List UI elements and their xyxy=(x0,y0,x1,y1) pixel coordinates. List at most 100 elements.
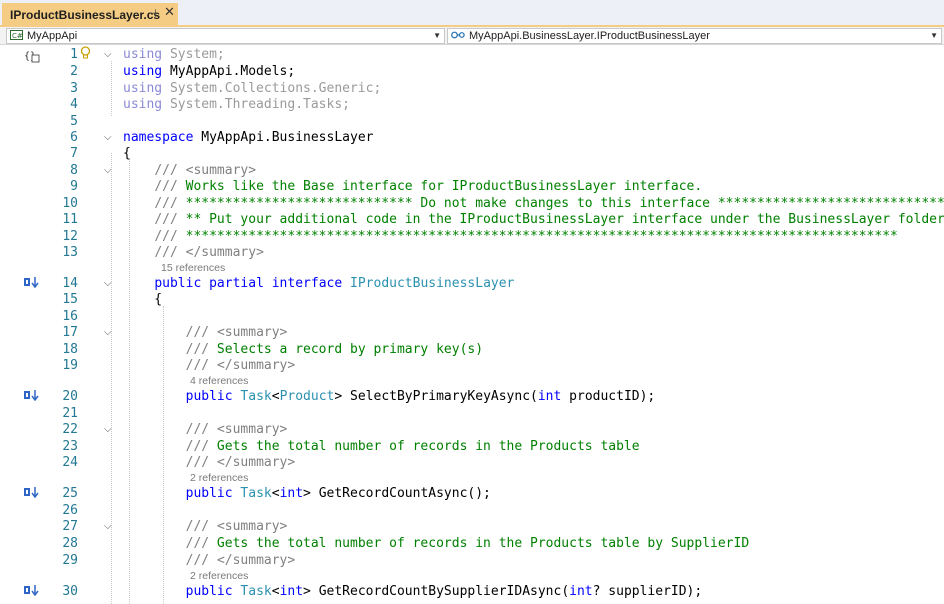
line-number: 23 xyxy=(62,439,78,454)
collapse-icon[interactable]: ⌵ xyxy=(104,162,112,179)
member-dropdown[interactable]: MyAppApi.BusinessLayer.IProductBusinessL… xyxy=(447,28,942,44)
line-number: 3 xyxy=(70,81,78,96)
code-line: 16 xyxy=(0,308,944,325)
collapse-icon[interactable]: ⌵ xyxy=(104,46,112,63)
code-text: using System; xyxy=(123,47,225,62)
code-line: 22 ⌵ /// <summary> xyxy=(0,421,944,438)
code-line: 6 ⌵ namespace MyAppApi.BusinessLayer xyxy=(0,129,944,146)
navigation-bar: C# MyAppApi ▼ MyAppApi.BusinessLayer.IPr… xyxy=(0,27,944,45)
code-text: public Task<Product> SelectByPrimaryKeyA… xyxy=(185,389,656,404)
line-number: 8 xyxy=(70,163,78,178)
code-line: 20 public Task<Product> SelectByPrimaryK… xyxy=(0,388,944,405)
chevron-down-icon: ▼ xyxy=(433,31,441,40)
code-line: 28 /// Gets the total number of records … xyxy=(0,535,944,552)
code-text: public partial interface IProductBusines… xyxy=(154,276,515,291)
code-text: public Task<int> GetRecordCountBySupplie… xyxy=(185,584,703,599)
code-text: /// ************************************… xyxy=(154,229,898,244)
code-line: 8 ⌵ /// <summary> xyxy=(0,162,944,179)
code-line: 26 xyxy=(0,502,944,519)
code-text: using System.Threading.Tasks; xyxy=(123,97,350,112)
code-line: 12 /// *********************************… xyxy=(0,228,944,245)
codelens-references[interactable]: 2 references xyxy=(190,570,248,582)
line-number: 15 xyxy=(62,292,78,307)
code-text: /// ** Put your additional code in the I… xyxy=(154,212,944,227)
line-number: 16 xyxy=(62,309,78,324)
project-dropdown[interactable]: C# MyAppApi ▼ xyxy=(6,28,445,44)
codelens-references[interactable]: 15 references xyxy=(161,262,225,274)
codelens-references[interactable]: 4 references xyxy=(190,375,248,387)
line-number: 12 xyxy=(62,229,78,244)
line-number: 2 xyxy=(70,64,78,79)
line-number: 20 xyxy=(62,389,78,404)
code-line: 10 /// ***************************** Do … xyxy=(0,195,944,212)
line-number: 25 xyxy=(62,486,78,501)
code-line: 7 { xyxy=(0,145,944,162)
code-text: /// </summary> xyxy=(185,455,296,470)
lightbulb-icon[interactable] xyxy=(80,46,91,63)
code-line: 2 using MyAppApi.Models; xyxy=(0,63,944,80)
collapse-icon[interactable]: ⌵ xyxy=(104,518,112,535)
close-icon[interactable]: ✕ xyxy=(164,5,175,20)
line-number: 26 xyxy=(62,503,78,518)
code-line: 30 public Task<int> GetRecordCountBySupp… xyxy=(0,583,944,600)
code-text: /// <summary> xyxy=(154,163,257,178)
pin-icon[interactable]: ⊣ xyxy=(147,7,157,20)
line-number: 17 xyxy=(62,325,78,340)
code-text: /// </summary> xyxy=(185,553,296,568)
line-number: 18 xyxy=(62,342,78,357)
line-number: 13 xyxy=(62,245,78,260)
code-text: /// ***************************** Do not… xyxy=(154,196,944,211)
code-text: /// Works like the Base interface for IP… xyxy=(154,179,703,194)
svg-text:C#: C# xyxy=(12,32,23,40)
line-number: 4 xyxy=(70,97,78,112)
line-number: 10 xyxy=(62,196,78,211)
code-text: /// Selects a record by primary key(s) xyxy=(185,342,484,357)
code-text: /// </summary> xyxy=(154,245,264,260)
line-number: 22 xyxy=(62,422,78,437)
code-text: /// <summary> xyxy=(185,422,288,437)
line-number: 9 xyxy=(70,179,78,194)
line-number: 7 xyxy=(70,146,78,161)
chevron-down-icon: ▼ xyxy=(930,31,938,40)
code-line: 19 /// </summary> xyxy=(0,357,944,374)
code-text: /// Gets the total number of records in … xyxy=(185,536,750,551)
code-line: 1 ⌵ using System; xyxy=(0,46,944,63)
tab-iproductbusinesslayer[interactable]: IProductBusinessLayer.cs ⊣ ✕ xyxy=(2,3,178,27)
code-text: /// <summary> xyxy=(185,519,288,534)
code-text: { xyxy=(123,146,131,161)
code-line: 3 using System.Collections.Generic; xyxy=(0,80,944,97)
interface-icon xyxy=(451,31,465,41)
code-line: 11 /// ** Put your additional code in th… xyxy=(0,211,944,228)
collapse-icon[interactable]: ⌵ xyxy=(104,129,112,146)
line-number: 29 xyxy=(62,553,78,568)
code-line: 17 ⌵ /// <summary> xyxy=(0,324,944,341)
collapse-icon[interactable]: ⌵ xyxy=(104,324,112,341)
collapse-icon[interactable]: ⌵ xyxy=(104,275,112,292)
code-line: 5 xyxy=(0,113,944,130)
code-line: 23 /// Gets the total number of records … xyxy=(0,438,944,455)
code-line: 13 /// </summary> xyxy=(0,244,944,261)
code-text: using MyAppApi.Models; xyxy=(123,64,296,79)
code-line: 27 ⌵ /// <summary> xyxy=(0,518,944,535)
collapse-icon[interactable]: ⌵ xyxy=(104,421,112,438)
code-line: 14 ⌵ public partial interface IProductBu… xyxy=(0,275,944,292)
code-line: 24 /// </summary> xyxy=(0,454,944,471)
code-line: 21 xyxy=(0,405,944,422)
code-text: /// </summary> xyxy=(185,358,296,373)
code-text: { xyxy=(123,292,163,307)
code-text: namespace MyAppApi.BusinessLayer xyxy=(123,130,374,145)
code-text: public Task<int> GetRecordCountAsync(); xyxy=(185,486,491,501)
tab-title: IProductBusinessLayer.cs xyxy=(10,8,161,22)
project-name: MyAppApi xyxy=(27,30,78,42)
code-text: using System.Collections.Generic; xyxy=(123,81,382,96)
codelens-references[interactable]: 2 references xyxy=(190,472,248,484)
line-number: 28 xyxy=(62,536,78,551)
line-number: 6 xyxy=(70,130,78,145)
line-number: 21 xyxy=(62,406,78,421)
line-number: 27 xyxy=(62,519,78,534)
member-name: MyAppApi.BusinessLayer.IProductBusinessL… xyxy=(469,30,710,42)
code-text: /// <summary> xyxy=(185,325,288,340)
code-line: 25 public Task<int> GetRecordCountAsync(… xyxy=(0,485,944,502)
document-tab-strip: IProductBusinessLayer.cs ⊣ ✕ xyxy=(0,0,944,27)
code-editor[interactable]: {} 1 ⌵ using System; 2 using MyAppApi.Mo… xyxy=(0,46,944,604)
